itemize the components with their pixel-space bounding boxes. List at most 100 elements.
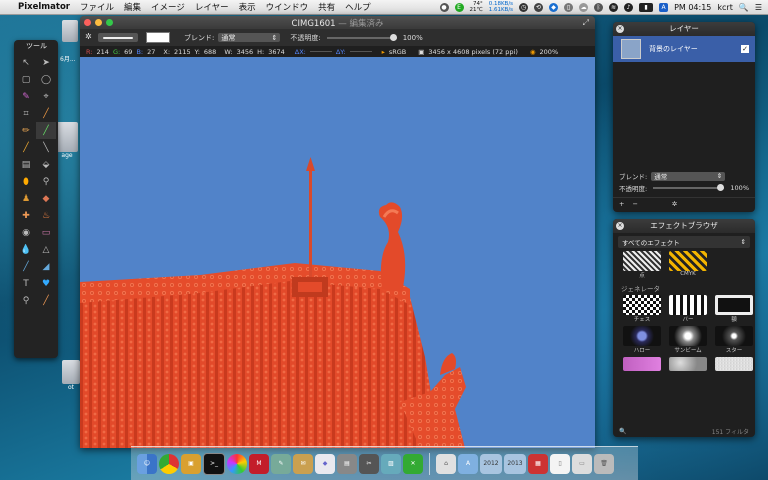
image-canvas[interactable]: [80, 57, 595, 448]
desktop-icon[interactable]: [62, 20, 78, 42]
menu-image[interactable]: イメージ: [151, 1, 185, 13]
clock[interactable]: PM 04:15: [674, 3, 711, 12]
box-icon[interactable]: ▣: [181, 453, 201, 474]
fullscreen-icon[interactable]: ⤢: [583, 18, 589, 28]
line-icon[interactable]: ╲: [36, 139, 56, 156]
books-icon[interactable]: ▦: [528, 453, 548, 474]
gear-icon[interactable]: ✲: [672, 200, 677, 208]
menu-help[interactable]: ヘルプ: [345, 1, 371, 13]
slider-knob[interactable]: [717, 184, 725, 191]
effect-star[interactable]: スター: [713, 326, 755, 354]
clock-icon[interactable]: ◷: [519, 2, 529, 12]
eye-icon[interactable]: ◉: [16, 224, 36, 241]
eraser-icon[interactable]: ◆: [36, 190, 56, 207]
effect-halo[interactable]: ハロー: [621, 326, 663, 354]
mendeley-icon[interactable]: M: [249, 453, 269, 474]
picasa-icon[interactable]: [227, 453, 247, 474]
polygon-lasso-icon[interactable]: ⌖: [36, 88, 56, 105]
color-swatch[interactable]: [146, 32, 170, 43]
rect-select-icon[interactable]: ▢: [16, 71, 36, 88]
wifi-icon[interactable]: ≋: [609, 2, 619, 12]
chrome-icon[interactable]: [159, 453, 179, 474]
pen-icon[interactable]: ╱: [16, 258, 36, 275]
hand-icon[interactable]: ╱: [36, 292, 56, 309]
move-icon[interactable]: ↖: [16, 54, 36, 71]
script-icon[interactable]: ✉: [293, 453, 313, 474]
ellipse-select-icon[interactable]: ◯: [36, 71, 56, 88]
visibility-checkbox[interactable]: ✓: [741, 45, 749, 53]
apps-folder-icon[interactable]: A: [458, 453, 478, 474]
desktop-icon[interactable]: 6月...: [60, 54, 76, 63]
editor-icon[interactable]: ✎: [271, 453, 291, 474]
spotlight-icon[interactable]: 🔍: [739, 3, 749, 12]
layer-opacity-slider[interactable]: [653, 184, 725, 191]
gear-icon[interactable]: ✲: [85, 32, 92, 41]
shape-icon[interactable]: ♥: [36, 275, 56, 292]
menu-file[interactable]: ファイル: [80, 1, 114, 13]
crop-icon[interactable]: ⌗: [16, 105, 36, 122]
effect-sunbeam[interactable]: サンビーム: [667, 326, 709, 354]
eyedropper-icon[interactable]: ╱: [36, 105, 56, 122]
type-icon[interactable]: T: [16, 275, 36, 292]
layer-blend-select[interactable]: 通常 ⇕: [651, 171, 726, 181]
evernote-icon[interactable]: E: [454, 2, 464, 12]
network-meter[interactable]: 0.18KB/s 1.61KB/s: [489, 1, 513, 13]
opacity-slider[interactable]: [326, 33, 397, 41]
blur-icon[interactable]: ▭: [36, 224, 56, 241]
dropbox-icon[interactable]: ◆: [549, 2, 559, 12]
app-menu[interactable]: Pixelmator: [18, 2, 70, 12]
stamp-icon[interactable]: ♟: [16, 190, 36, 207]
add-layer-button[interactable]: +: [619, 200, 624, 208]
zoom-tool-icon[interactable]: ⚲: [16, 292, 36, 309]
sponge-icon[interactable]: ⬮: [16, 173, 36, 190]
menu-edit[interactable]: 編集: [124, 1, 141, 13]
tools-dock-icon[interactable]: ✂: [359, 453, 379, 474]
battery-icon[interactable]: ▮: [639, 2, 654, 12]
cloud-icon[interactable]: ☁: [579, 2, 589, 12]
lasso-icon[interactable]: ✎: [16, 88, 36, 105]
finder-icon[interactable]: ☺: [137, 453, 157, 474]
gradient-icon[interactable]: ▤: [16, 156, 36, 173]
stack-icon[interactable]: ▭: [572, 453, 592, 474]
close-icon[interactable]: ×: [616, 25, 624, 33]
layer-row[interactable]: 背景のレイヤー ✓: [613, 36, 755, 62]
menu-layer[interactable]: レイヤー: [195, 1, 229, 13]
pointer-icon[interactable]: ➤: [36, 54, 56, 71]
effect-chess[interactable]: チェス: [621, 295, 663, 323]
volume-icon[interactable]: ♪: [624, 2, 634, 12]
brush-icon[interactable]: ╱: [36, 122, 56, 139]
blend-select[interactable]: 通常 ⇕: [218, 33, 281, 42]
droplet-icon[interactable]: 💧: [16, 241, 36, 258]
slider-knob[interactable]: [389, 33, 397, 41]
heal-icon[interactable]: ✚: [16, 207, 36, 224]
desktop-icon[interactable]: ot: [62, 360, 80, 391]
effect-frame[interactable]: 額: [713, 295, 755, 323]
preview-icon[interactable]: ▨: [381, 453, 401, 474]
user-menu[interactable]: kcrt: [717, 3, 732, 12]
sketch-icon[interactable]: ◆: [315, 453, 335, 474]
dodge-icon[interactable]: ⚲: [36, 173, 56, 190]
effect-clouds[interactable]: [667, 357, 709, 371]
zoom-level[interactable]: 200%: [540, 48, 559, 56]
sharpen-icon[interactable]: △: [36, 241, 56, 258]
effect-cmyk[interactable]: CMYK: [667, 251, 709, 279]
desktop-icon[interactable]: age: [56, 122, 78, 159]
effect-gradient[interactable]: [621, 357, 663, 371]
time-machine-icon[interactable]: ⟲: [534, 2, 544, 12]
smudge-icon[interactable]: ╱: [16, 139, 36, 156]
trash-icon[interactable]: 🗑: [594, 453, 614, 474]
vector-icon[interactable]: ◢: [36, 258, 56, 275]
effect-dots[interactable]: 点: [621, 251, 663, 279]
phone-icon[interactable]: ▯: [564, 2, 574, 12]
folder-2012-icon[interactable]: 2012: [480, 453, 502, 474]
menu-window[interactable]: ウインドウ: [266, 1, 309, 13]
effect-noise[interactable]: [713, 357, 755, 371]
close-icon[interactable]: ×: [616, 222, 624, 230]
brush-preset[interactable]: [98, 33, 138, 42]
status-icon[interactable]: ●: [439, 2, 449, 12]
terminal-icon[interactable]: >_: [203, 452, 225, 475]
screenshot-icon[interactable]: ▤: [337, 453, 357, 474]
burn-icon[interactable]: ♨: [36, 207, 56, 224]
notifications-icon[interactable]: ☰: [755, 3, 762, 12]
remove-layer-button[interactable]: −: [632, 200, 637, 208]
